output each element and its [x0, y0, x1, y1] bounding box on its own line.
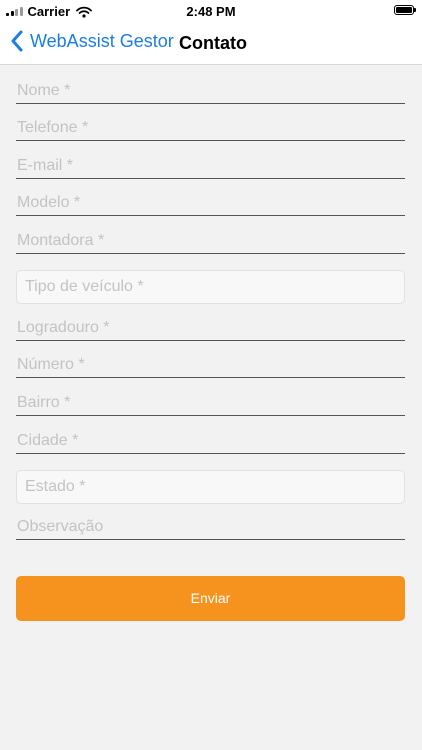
notes-field[interactable]: Observação	[16, 516, 405, 540]
name-field[interactable]: Nome *	[16, 80, 405, 104]
back-button[interactable]: WebAssist Gestor	[10, 30, 174, 52]
manufacturer-field[interactable]: Montadora *	[16, 230, 405, 254]
battery-icon	[394, 5, 416, 15]
chevron-left-icon	[11, 30, 23, 52]
email-field[interactable]: E-mail *	[16, 155, 405, 179]
model-field[interactable]: Modelo *	[16, 192, 405, 216]
navigation-bar: WebAssist Gestor Contato	[0, 22, 422, 65]
city-field[interactable]: Cidade *	[16, 430, 405, 454]
number-field[interactable]: Número *	[16, 354, 405, 378]
status-bar: Carrier 2:48 PM	[0, 0, 422, 22]
state-select[interactable]: Estado *	[16, 470, 405, 504]
page-title: Contato	[179, 33, 247, 53]
submit-button[interactable]: Enviar	[16, 576, 405, 621]
vehicle-type-select[interactable]: Tipo de veículo *	[16, 270, 405, 304]
district-field[interactable]: Bairro *	[16, 392, 405, 416]
back-button-label: WebAssist Gestor	[30, 30, 174, 51]
street-field[interactable]: Logradouro *	[16, 317, 405, 341]
phone-field[interactable]: Telefone *	[16, 117, 405, 141]
status-time: 2:48 PM	[186, 4, 236, 19]
